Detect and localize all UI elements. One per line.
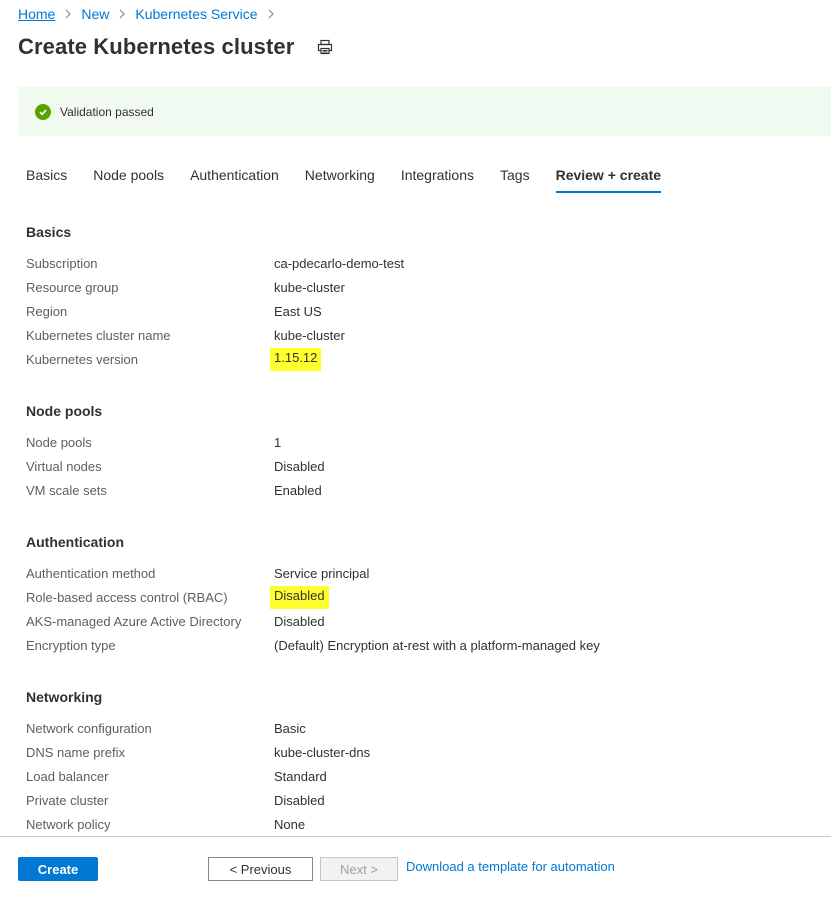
- row-label: Virtual nodes: [26, 458, 102, 474]
- row-value: Standard: [274, 768, 327, 784]
- summary-row: Private cluster Disabled: [26, 788, 826, 812]
- breadcrumb-new-link[interactable]: New: [81, 6, 109, 22]
- row-label: Encryption type: [26, 637, 116, 653]
- row-label: Network policy: [26, 816, 111, 832]
- tab-authentication[interactable]: Authentication: [190, 163, 279, 193]
- summary-row: Role-based access control (RBAC) Disable…: [26, 585, 826, 609]
- section-node-pools: Node pools Node pools 1 Virtual nodes Di…: [26, 401, 826, 502]
- next-button: Next >: [320, 857, 398, 881]
- row-value: kube-cluster: [274, 327, 345, 343]
- row-label: Authentication method: [26, 565, 156, 581]
- row-value: kube-cluster: [274, 279, 345, 295]
- summary-row: VM scale sets Enabled: [26, 478, 826, 502]
- tab-integrations[interactable]: Integrations: [401, 163, 474, 193]
- tab-networking[interactable]: Networking: [305, 163, 375, 193]
- breadcrumb-home-link[interactable]: Home: [18, 6, 55, 22]
- tab-basics[interactable]: Basics: [26, 163, 67, 193]
- summary-row: Subscription ca-pdecarlo-demo-test: [26, 251, 826, 275]
- tab-review-create[interactable]: Review + create: [555, 163, 662, 193]
- summary-row: Region East US: [26, 299, 826, 323]
- section-basics: Basics Subscription ca-pdecarlo-demo-tes…: [26, 222, 826, 371]
- row-label: Private cluster: [26, 792, 109, 808]
- row-label: DNS name prefix: [26, 744, 125, 760]
- chevron-right-icon: [118, 9, 126, 19]
- row-label: Role-based access control (RBAC): [26, 589, 228, 605]
- summary-row: Network policy None: [26, 812, 826, 836]
- summary-row: Kubernetes version 1.15.12: [26, 347, 826, 371]
- summary-row: Resource group kube-cluster: [26, 275, 826, 299]
- row-value: Service principal: [274, 565, 370, 581]
- row-label: Network configuration: [26, 720, 152, 736]
- row-value: Disabled: [274, 613, 325, 629]
- wizard-tabs: Basics Node pools Authentication Network…: [26, 163, 687, 193]
- validation-message: Validation passed: [60, 104, 154, 119]
- validation-banner: Validation passed: [18, 87, 831, 136]
- row-value: Enabled: [274, 482, 322, 498]
- row-value: kube-cluster-dns: [274, 744, 371, 760]
- chevron-right-icon: [267, 9, 275, 19]
- summary-row: Network configuration Basic: [26, 716, 826, 740]
- row-value: Disabled: [274, 792, 325, 808]
- summary-row: Load balancer Standard: [26, 764, 826, 788]
- tab-tags[interactable]: Tags: [500, 163, 530, 193]
- row-value: Disabled: [274, 458, 325, 474]
- summary-row: Encryption type (Default) Encryption at-…: [26, 633, 826, 657]
- summary-row: AKS-managed Azure Active Directory Disab…: [26, 609, 826, 633]
- footer-divider: [0, 836, 831, 837]
- section-title: Authentication: [26, 534, 124, 550]
- review-summary: Basics Subscription ca-pdecarlo-demo-tes…: [26, 222, 826, 862]
- page-title: Create Kubernetes cluster: [18, 34, 295, 59]
- row-label: Node pools: [26, 434, 92, 450]
- create-button[interactable]: Create: [18, 857, 98, 881]
- tab-node-pools[interactable]: Node pools: [93, 163, 164, 193]
- previous-button[interactable]: < Previous: [208, 857, 313, 881]
- summary-row: Node pools 1: [26, 430, 826, 454]
- row-label: AKS-managed Azure Active Directory: [26, 613, 242, 629]
- section-networking: Networking Network configuration Basic D…: [26, 687, 826, 836]
- breadcrumb: Home New Kubernetes Service: [18, 5, 284, 23]
- row-value: (Default) Encryption at-rest with a plat…: [274, 637, 600, 653]
- summary-row: Authentication method Service principal: [26, 561, 826, 585]
- row-label: Resource group: [26, 279, 119, 295]
- download-template-link[interactable]: Download a template for automation: [406, 857, 615, 877]
- title-row: Create Kubernetes cluster: [18, 31, 334, 63]
- row-value-highlighted: 1.15.12: [270, 347, 322, 371]
- breadcrumb-kubernetes-service-link[interactable]: Kubernetes Service: [135, 6, 257, 22]
- section-title: Node pools: [26, 403, 103, 419]
- row-value: East US: [274, 303, 322, 319]
- summary-row: DNS name prefix kube-cluster-dns: [26, 740, 826, 764]
- print-icon[interactable]: [316, 38, 334, 56]
- summary-row: Virtual nodes Disabled: [26, 454, 826, 478]
- row-label: Subscription: [26, 255, 98, 271]
- summary-row: Kubernetes cluster name kube-cluster: [26, 323, 826, 347]
- row-label: VM scale sets: [26, 482, 107, 498]
- chevron-right-icon: [64, 9, 72, 19]
- section-title: Basics: [26, 224, 72, 240]
- row-value: None: [274, 816, 306, 832]
- row-value-highlighted: Disabled: [270, 585, 329, 609]
- row-label: Load balancer: [26, 768, 109, 784]
- section-title: Networking: [26, 689, 103, 705]
- row-value: Basic: [274, 720, 306, 736]
- row-label: Region: [26, 303, 68, 319]
- row-label: Kubernetes cluster name: [26, 327, 171, 343]
- section-authentication: Authentication Authentication method Ser…: [26, 532, 826, 657]
- row-value: 1: [274, 434, 282, 450]
- checkmark-circle-icon: [35, 103, 51, 120]
- row-value: ca-pdecarlo-demo-test: [274, 255, 405, 271]
- row-label: Kubernetes version: [26, 351, 139, 367]
